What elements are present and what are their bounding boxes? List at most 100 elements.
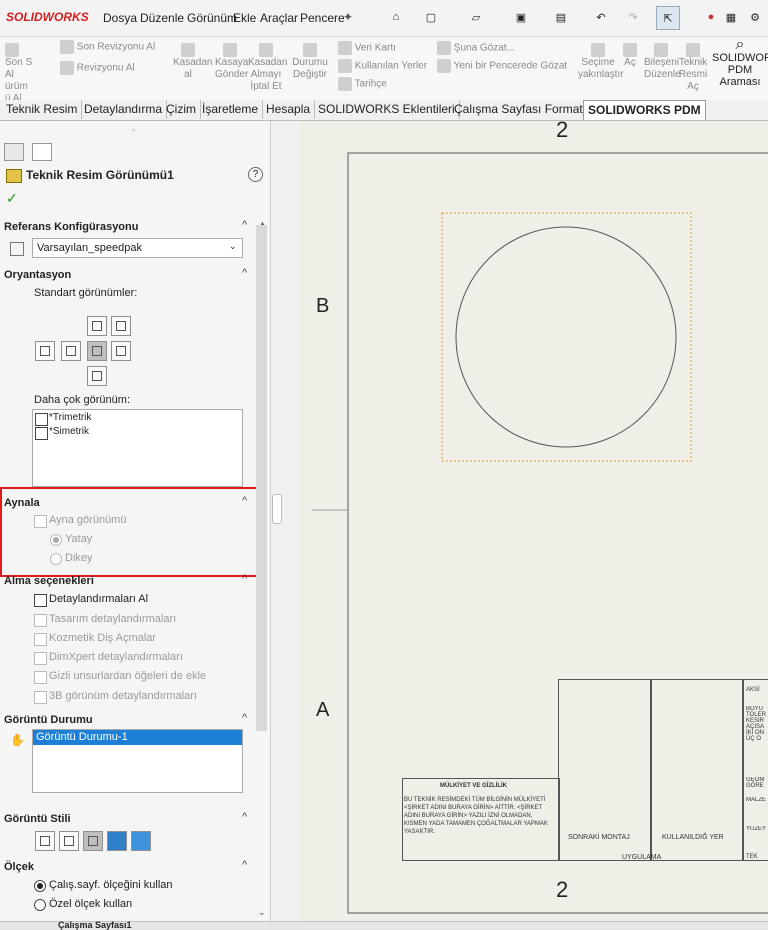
magnifier-icon: ⌕ [735,36,745,53]
options-gear-icon[interactable]: ⚙ [744,6,766,28]
panel-scrollbar[interactable] [256,225,267,731]
3d-annotations-checkbox[interactable] [34,691,47,704]
shaded-with-edges-button[interactable] [107,831,127,851]
vertical-radio[interactable] [50,553,62,565]
save-icon[interactable]: ▣ [510,6,532,28]
bottom-view-button[interactable] [87,366,107,386]
where-used-button[interactable]: Kullanılan Yerler [338,59,427,73]
check-out-button[interactable]: Kasadan al [173,43,212,81]
undo-check-out-button[interactable]: Kasadan Almayı İptal Et [248,43,287,93]
open-drawing-button[interactable]: Teknik Resmi Aç [676,43,710,93]
design-annotations-checkbox[interactable] [34,614,47,627]
history-button[interactable]: Tarihçe [338,77,387,91]
right-view-button[interactable] [87,341,107,361]
get-latest-button[interactable]: Son S Al ürüm ü Al [5,43,33,105]
collapse-chevron-icon[interactable]: ^ [242,712,247,724]
check-in-button[interactable]: Kasaya Gönder [215,43,248,81]
menu-edit[interactable]: Düzenle [140,11,184,25]
mirror-view-checkbox[interactable] [34,515,47,528]
scroll-down-icon[interactable]: ⌄ [258,907,266,918]
ok-checkmark-icon[interactable]: ✓ [6,190,18,207]
collapse-chevron-icon[interactable]: ^ [242,811,247,823]
browse-icon [437,41,451,55]
tab-addins[interactable]: SOLIDWORKS Eklentileri [314,100,460,119]
left-view-button[interactable] [35,341,55,361]
browse-new-window-button[interactable]: Yeni bir Pencerede Gözat [437,59,567,73]
home-icon[interactable]: ⌂ [385,6,407,28]
zoom-to-selection-button[interactable]: Seçime yakınlaştır [578,43,624,81]
menu-window[interactable]: Pencere [300,11,345,25]
change-state-button[interactable]: Durumu Değiştir [290,43,330,81]
tab-evaluate[interactable]: Hesapla [262,100,316,119]
revision-icon [60,40,74,54]
new-document-icon[interactable]: ▢ [420,6,442,28]
top-view-button[interactable] [87,316,107,336]
tab-solidworks-pdm[interactable]: SOLIDWORKS PDM [583,100,706,120]
menu-tools[interactable]: Araçlar [260,11,298,25]
display-state-list[interactable]: Görüntü Durumu-1 [32,729,243,793]
get-revision-button[interactable]: Revizyonu Al [60,61,135,75]
proprietary-title: MÜLKİYET VE GİZLİLİK [440,783,507,789]
tab-sheet-format[interactable]: Çalışma Sayfası Formatı [450,100,592,119]
custom-scale-label: Özel ölçek kullan [49,898,133,910]
vertical-label: Dikey [65,552,93,564]
title-block-r3: GEOM GÖRE [746,777,765,789]
tab-drawing[interactable]: Teknik Resim [2,100,83,119]
get-latest-revision-button[interactable]: Son Revizyonu Al [60,40,155,54]
open-button[interactable]: Aç [620,43,640,69]
help-icon[interactable]: ? [248,167,263,182]
configuration-select[interactable]: Varsayılan_speedpak ⌄ [32,238,243,258]
menu-file[interactable]: Dosya [103,11,137,25]
collapse-chevron-icon[interactable]: ^ [242,573,247,585]
menu-insert[interactable]: Ekle [233,11,256,25]
ref-config-title: Referans Konfigürasyonu [4,221,139,233]
undo-icon[interactable]: ↶ [590,6,612,28]
custom-scale-radio[interactable] [34,899,46,911]
more-views-list[interactable]: *Trimetrik *Simetrik [32,409,243,487]
cosmetic-threads-checkbox[interactable] [34,633,47,646]
open-icon[interactable]: ▱ [465,6,487,28]
collapse-chevron-icon[interactable]: ^ [242,267,247,279]
collapse-chevron-icon[interactable]: ^ [242,495,247,507]
isometric-view-button[interactable] [111,316,131,336]
browse-button[interactable]: Şuna Gözat... [437,41,515,55]
collapse-chevron-icon[interactable]: ^ [242,219,247,231]
import-annotations-checkbox[interactable] [34,594,47,607]
tab-annotation[interactable]: Detaylandırma [80,100,168,119]
menu-view[interactable]: Görünüm [187,11,237,25]
where-used-icon [338,59,352,73]
drawing-canvas[interactable]: 2 2 B A MÜLKİYET VE GİZLİLİK BU TEKNİK R… [300,117,768,921]
pdm-search-button[interactable]: ⌕SOLIDWORKS PDM Araması [712,36,768,89]
rebuild-icon[interactable]: ● [700,6,722,28]
front-view-button[interactable] [61,341,81,361]
trimetric-checkbox[interactable] [35,413,48,426]
back-view-button[interactable] [111,341,131,361]
print-icon[interactable]: ▤ [550,6,572,28]
collapse-chevron-icon[interactable]: ^ [242,859,247,871]
zoom-to-selection-icon [591,43,605,57]
wireframe-style-button[interactable] [35,831,55,851]
hidden-features-checkbox[interactable] [34,671,47,684]
panel-collapse-handle[interactable] [272,494,282,524]
drawing-view-icon [6,169,22,183]
select-icon[interactable]: ⇱ [656,6,680,30]
edit-component-button[interactable]: Bileşeni Düzenle [644,43,681,81]
data-card-button[interactable]: Veri Kartı [338,41,396,55]
panel-splitter-icon[interactable]: ◦ [132,125,135,135]
display-state-row[interactable]: Görüntü Durumu-1 [33,730,242,745]
hidden-lines-removed-button[interactable] [83,831,103,851]
sheet-scale-radio[interactable] [34,880,46,892]
hidden-lines-visible-button[interactable] [59,831,79,851]
file-properties-icon[interactable]: ▦ [720,6,742,28]
sheet-scale-label: Çalış.sayf. ölçeğini kullan [49,879,173,891]
property-manager-tab-icon[interactable] [32,143,52,161]
pin-icon[interactable]: ✦ [343,10,353,24]
horizontal-radio[interactable] [50,534,62,546]
dimetric-checkbox[interactable] [35,427,48,440]
tab-markup[interactable]: İşaretleme [198,100,264,119]
feature-manager-tab-icon[interactable] [4,143,24,161]
dimxpert-checkbox[interactable] [34,652,47,665]
tab-sketch[interactable]: Çizim [162,100,201,119]
shaded-button[interactable] [131,831,151,851]
redo-icon[interactable]: ↷ [622,6,644,28]
